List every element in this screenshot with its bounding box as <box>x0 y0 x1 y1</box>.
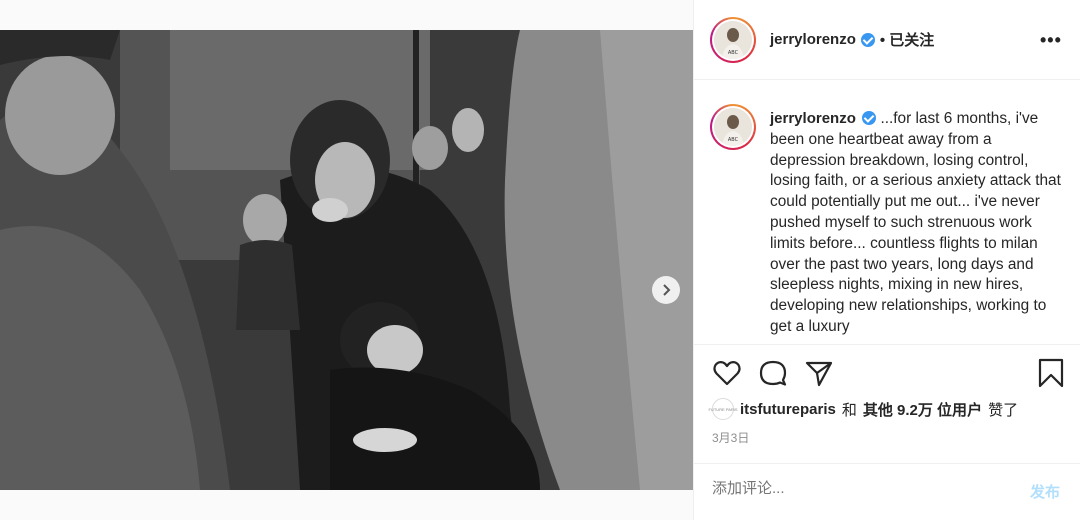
post-photo[interactable] <box>0 30 693 490</box>
post-header: ABC jerrylorenzo • 已关注 ••• <box>694 0 1080 80</box>
heart-icon[interactable] <box>712 358 742 388</box>
comment-icon[interactable] <box>758 358 788 388</box>
post-date[interactable]: 3月3日 <box>712 429 749 446</box>
caption-body: ...for last 6 months, i've been one hear… <box>770 110 1061 335</box>
author-avatar[interactable]: ABC <box>710 17 756 63</box>
likes-summary: FUTURE PARIS itsfutureparis 和 其他 9.2万 位用… <box>708 398 1019 420</box>
verified-badge-icon <box>860 32 875 47</box>
likes-others-count[interactable]: 其他 9.2万 位用户 <box>863 399 982 420</box>
likes-suffix: 赞了 <box>988 401 1019 419</box>
svg-text:ABC: ABC <box>728 137 739 143</box>
likes-connector: 和 <box>841 401 857 419</box>
comment-input[interactable] <box>712 480 1012 497</box>
follow-status[interactable]: • 已关注 <box>880 29 934 50</box>
carousel-next-button[interactable] <box>652 276 680 304</box>
share-icon[interactable] <box>804 358 834 388</box>
caption-section: ABC jerrylorenzo ...for last 6 months, i… <box>694 80 1080 345</box>
post-image <box>0 30 693 490</box>
comment-bar: 发布 <box>694 463 1080 520</box>
bookmark-icon[interactable] <box>1036 358 1066 388</box>
verified-badge-icon <box>862 111 877 125</box>
caption-username[interactable]: jerrylorenzo <box>770 110 856 127</box>
chevron-right-icon <box>663 284 671 296</box>
caption-avatar[interactable]: ABC <box>710 104 756 150</box>
more-options-icon[interactable]: ••• <box>1040 30 1062 51</box>
post-side-panel: ABC jerrylorenzo • 已关注 ••• ABC jerrylore… <box>693 0 1080 520</box>
svg-text:ABC: ABC <box>728 50 739 56</box>
post-comment-button[interactable]: 发布 <box>1030 481 1060 502</box>
liker-avatar[interactable]: FUTURE PARIS <box>708 398 738 420</box>
author-username[interactable]: jerrylorenzo <box>770 31 856 48</box>
post-actions: FUTURE PARIS itsfutureparis 和 其他 9.2万 位用… <box>694 346 1080 456</box>
caption-text: jerrylorenzo ...for last 6 months, i've … <box>770 109 1070 338</box>
liker-username[interactable]: itsfutureparis <box>740 401 836 418</box>
